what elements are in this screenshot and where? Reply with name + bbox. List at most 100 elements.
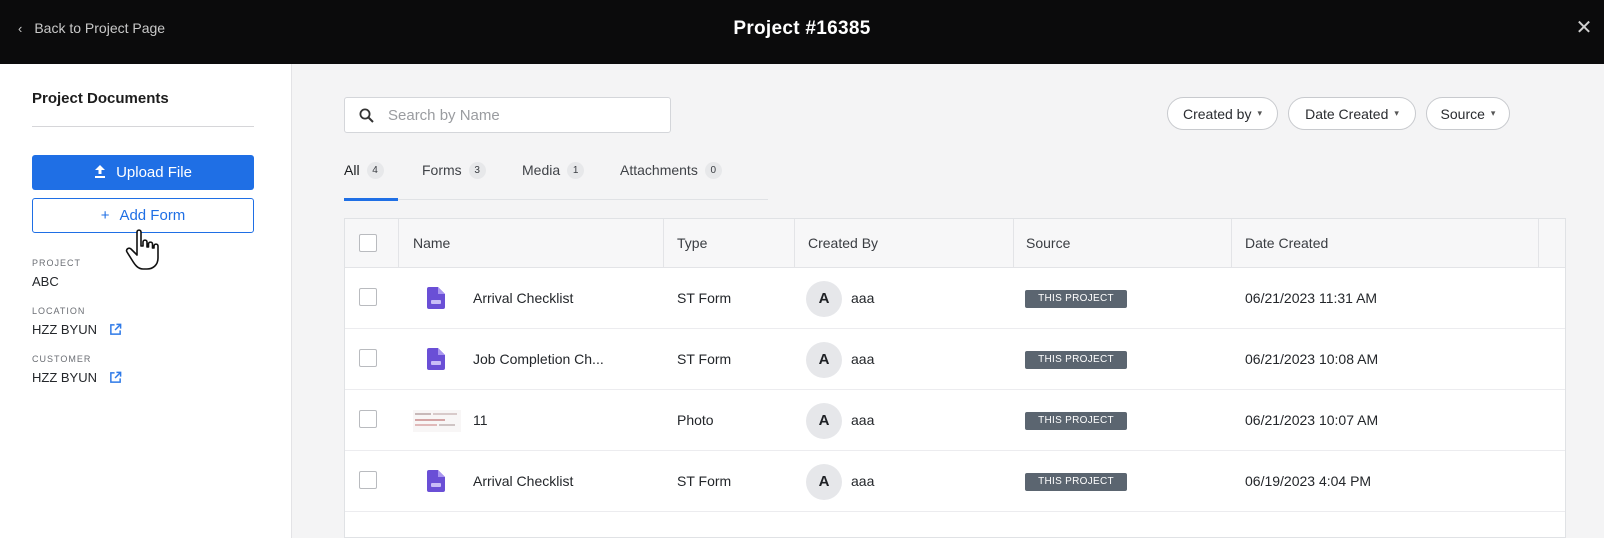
column-header-name[interactable]: Name [413,219,450,268]
hand-cursor-icon [125,229,159,270]
table-row[interactable]: Arrival Checklist ST Form A aaa THIS PRO… [345,451,1565,512]
add-form-label: Add Form [119,207,186,224]
documents-table: Name Type Created By Source Date Created… [344,218,1566,538]
search-input[interactable] [388,106,648,124]
document-type: Photo [677,412,714,428]
tab-all-label: All [344,162,360,178]
column-header-date-created[interactable]: Date Created [1245,219,1328,268]
location-value-text: HZZ BYUN [32,322,97,337]
project-value: ABC [32,274,59,289]
active-tab-indicator [344,198,398,201]
tab-all[interactable]: All 4 [344,162,384,198]
creator-name: aaa [851,412,875,428]
source-badge: THIS PROJECT [1025,351,1127,369]
column-header-type[interactable]: Type [677,219,707,268]
chevron-down-icon: ▾ [1490,108,1496,118]
column-divider [1013,219,1014,268]
source-badge: THIS PROJECT [1025,412,1127,430]
table-header: Name Type Created By Source Date Created [345,219,1565,268]
close-icon[interactable]: ✕ [1572,16,1596,40]
creator-name: aaa [851,473,875,489]
external-link-icon[interactable] [109,371,122,384]
upload-file-button[interactable]: Upload File [32,155,254,190]
upload-icon [94,164,106,181]
avatar: A [806,342,842,378]
tab-forms[interactable]: Forms 3 [422,162,486,198]
column-divider [398,219,399,268]
table-row[interactable]: Job Completion Ch... ST Form A aaa THIS … [345,329,1565,390]
tab-media-label: Media [522,162,561,178]
tab-attachments[interactable]: Attachments 0 [620,162,722,198]
date-created: 06/21/2023 10:08 AM [1245,351,1379,367]
row-checkbox[interactable] [359,471,377,489]
tab-media[interactable]: Media 1 [522,162,585,198]
document-type: ST Form [677,351,732,367]
source-badge: THIS PROJECT [1025,290,1127,308]
avatar: A [806,281,842,317]
customer-value-text: HZZ BYUN [32,370,97,385]
page-title: Project #16385 [733,18,871,39]
filter-date-created-label: Date Created [1305,105,1389,122]
sidebar: Project Documents Upload File + Add Form… [0,64,292,538]
date-created: 06/21/2023 11:31 AM [1245,290,1378,306]
project-label: PROJECT [32,258,82,268]
tab-attachments-count: 0 [704,162,722,179]
column-divider [794,219,795,268]
row-checkbox[interactable] [359,410,377,428]
sidebar-divider [32,126,254,127]
column-divider [1538,219,1539,268]
document-tabs: All 4 Forms 3 Media 1 Attachments 0 [344,160,768,201]
column-divider [663,219,664,268]
document-name[interactable]: Arrival Checklist [473,290,573,306]
form-doc-icon [427,348,445,370]
search-box[interactable] [344,97,671,133]
avatar: A [806,464,842,500]
filter-created-by-label: Created by [1182,105,1252,122]
filter-date-created[interactable]: Date Created ▾ [1288,97,1416,130]
document-name[interactable]: 11 [473,412,488,428]
tab-all-count: 4 [366,162,384,179]
chevron-down-icon: ▾ [1257,108,1262,118]
search-icon [359,108,374,123]
column-header-source[interactable]: Source [1026,219,1070,268]
top-bar: ‹ Back to Project Page Project #16385 ✕ [0,0,1604,64]
photo-thumbnail [413,410,461,432]
customer-value: HZZ BYUN [32,370,122,385]
project-value-text: ABC [32,274,59,289]
plus-icon: + [100,207,110,224]
form-doc-icon [427,470,445,492]
tab-forms-label: Forms [422,162,462,178]
location-value: HZZ BYUN [32,322,122,337]
source-badge: THIS PROJECT [1025,473,1127,491]
document-name[interactable]: Job Completion Ch... [473,351,604,367]
location-label: LOCATION [32,306,86,316]
row-checkbox[interactable] [359,288,377,306]
date-created: 06/21/2023 10:07 AM [1245,412,1379,428]
upload-file-label: Upload File [116,164,192,181]
column-header-created-by[interactable]: Created By [808,219,878,268]
document-type: ST Form [677,290,732,306]
tab-forms-count: 3 [468,162,486,179]
tab-attachments-label: Attachments [620,162,698,178]
document-name[interactable]: Arrival Checklist [473,473,573,489]
main-content: Created by ▾ Date Created ▾ Source ▾ All… [292,64,1604,538]
table-row[interactable]: 11 Photo A aaa THIS PROJECT 06/21/2023 1… [345,390,1565,451]
filter-source[interactable]: Source ▾ [1426,97,1510,130]
sidebar-title: Project Documents [32,90,169,107]
select-all-checkbox[interactable] [359,234,377,252]
customer-label: CUSTOMER [32,354,92,364]
chevron-down-icon: ▾ [1394,108,1399,118]
tab-media-count: 1 [567,162,585,179]
avatar: A [806,403,842,439]
external-link-icon[interactable] [109,323,122,336]
creator-name: aaa [851,351,875,367]
document-type: ST Form [677,473,732,489]
row-checkbox[interactable] [359,349,377,367]
column-divider [1231,219,1232,268]
form-doc-icon [427,287,445,309]
filter-source-label: Source [1440,105,1485,122]
filter-created-by[interactable]: Created by ▾ [1167,97,1278,130]
table-row[interactable]: Arrival Checklist ST Form A aaa THIS PRO… [345,268,1565,329]
creator-name: aaa [851,290,875,306]
date-created: 06/19/2023 4:04 PM [1245,473,1372,489]
